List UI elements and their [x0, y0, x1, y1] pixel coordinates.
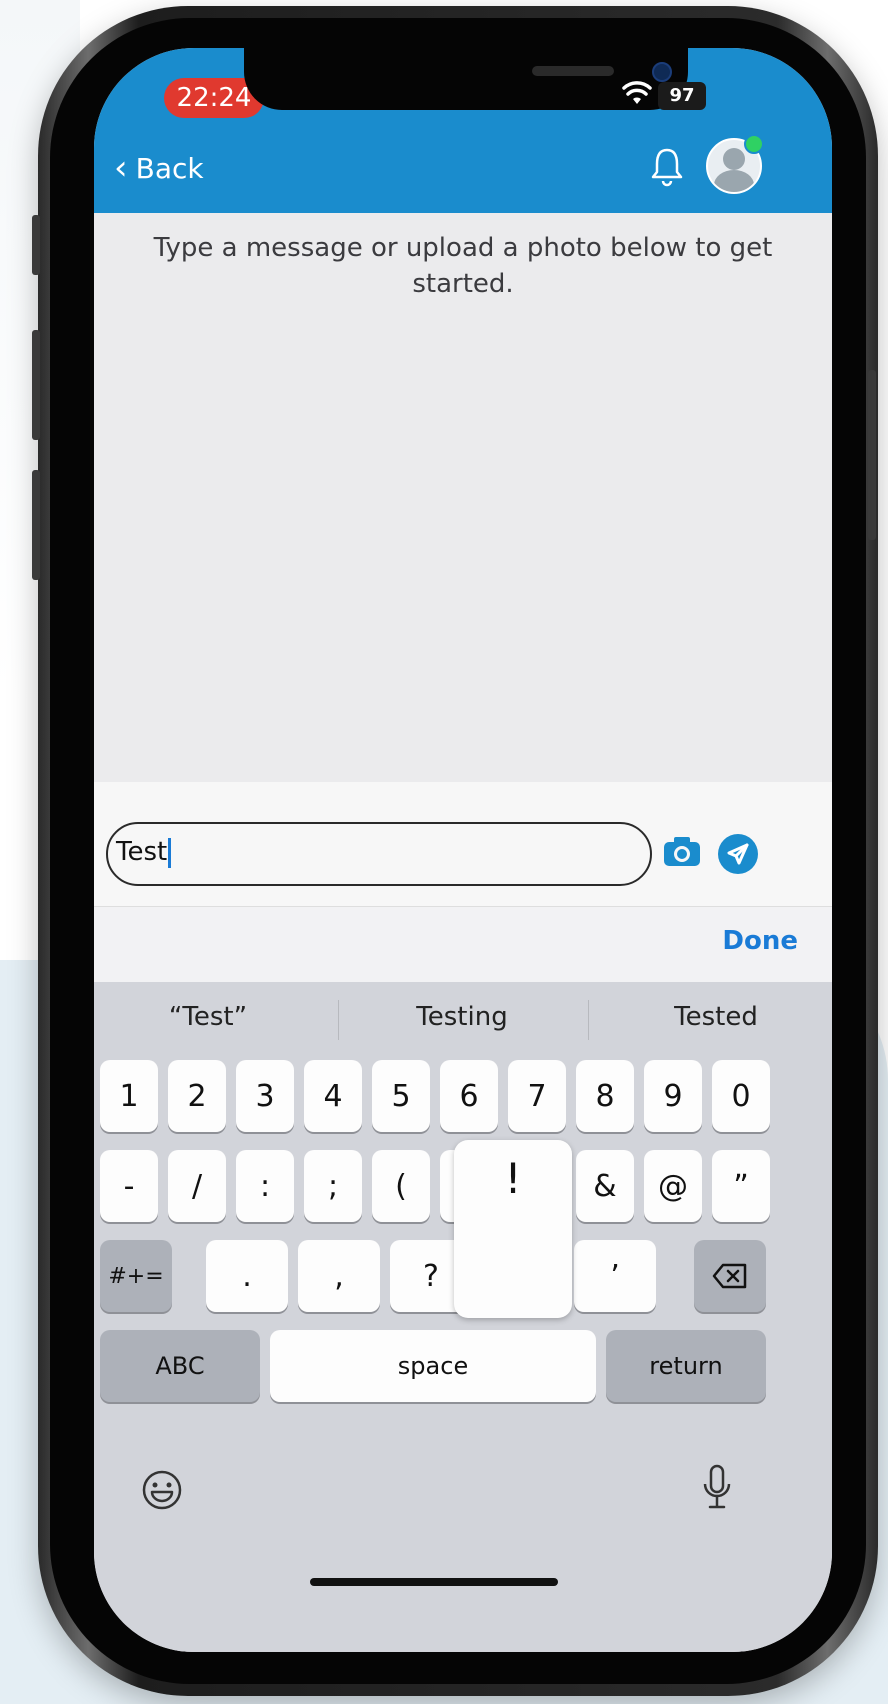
suggestion-divider — [588, 1000, 589, 1040]
suggestion-divider — [338, 1000, 339, 1040]
key-hyphen[interactable]: - — [100, 1150, 158, 1222]
volume-down-button — [32, 470, 40, 580]
mute-switch — [32, 215, 40, 275]
key-colon[interactable]: : — [236, 1150, 294, 1222]
key-apostrophe[interactable]: ’ — [574, 1240, 656, 1312]
message-input[interactable] — [106, 822, 652, 886]
key-4[interactable]: 4 — [304, 1060, 362, 1132]
return-key[interactable]: return — [606, 1330, 766, 1402]
key-slash[interactable]: / — [168, 1150, 226, 1222]
key-7[interactable]: 7 — [508, 1060, 566, 1132]
done-button[interactable]: Done — [722, 926, 798, 956]
backspace-icon — [712, 1263, 747, 1289]
power-button — [868, 370, 876, 540]
key-2[interactable]: 2 — [168, 1060, 226, 1132]
online-status-dot — [744, 134, 764, 154]
key-ampersand[interactable]: & — [576, 1150, 634, 1222]
key-period[interactable]: . — [206, 1240, 288, 1312]
key-8[interactable]: 8 — [576, 1060, 634, 1132]
bell-icon[interactable] — [649, 144, 685, 188]
keyboard-accessory-bar — [94, 906, 832, 983]
back-label: Back — [135, 151, 204, 185]
back-button[interactable]: ‹ Back — [114, 148, 204, 188]
send-icon — [727, 843, 749, 865]
key-open-paren[interactable]: ( — [372, 1150, 430, 1222]
phone-screen: 22:24 97 ‹ Back Type a message or upload… — [94, 48, 832, 1652]
volume-up-button — [32, 330, 40, 440]
wifi-icon — [622, 80, 652, 113]
key-symbols[interactable]: #+= — [100, 1240, 172, 1312]
avatar-head — [723, 148, 745, 170]
message-input-text: Test — [116, 836, 172, 868]
earpiece-speaker — [532, 66, 614, 76]
suggestion-1[interactable]: “Test” — [108, 1002, 308, 1032]
key-0[interactable]: 0 — [712, 1060, 770, 1132]
key-1[interactable]: 1 — [100, 1060, 158, 1132]
key-5[interactable]: 5 — [372, 1060, 430, 1132]
key-comma[interactable]: , — [298, 1240, 380, 1312]
key-preview-popup: ! — [454, 1140, 572, 1318]
text-caret — [168, 837, 172, 868]
message-input-value: Test — [116, 837, 168, 867]
suggestion-2[interactable]: Testing — [362, 1002, 562, 1032]
front-camera — [652, 62, 672, 82]
key-at[interactable]: @ — [644, 1150, 702, 1222]
emoji-icon[interactable] — [140, 1468, 184, 1512]
key-quote[interactable]: ” — [712, 1150, 770, 1222]
key-9[interactable]: 9 — [644, 1060, 702, 1132]
empty-state-message: Type a message or upload a photo below t… — [153, 233, 773, 299]
key-3[interactable]: 3 — [236, 1060, 294, 1132]
chevron-left-icon: ‹ — [114, 148, 128, 188]
camera-icon[interactable] — [662, 836, 702, 868]
suggestion-3[interactable]: Tested — [616, 1002, 816, 1032]
avatar-shoulders — [714, 170, 754, 192]
space-key[interactable]: space — [270, 1330, 596, 1402]
microphone-icon[interactable] — [702, 1464, 732, 1514]
key-semicolon[interactable]: ; — [304, 1150, 362, 1222]
battery-indicator: 97 — [658, 82, 706, 110]
abc-key[interactable]: ABC — [100, 1330, 260, 1402]
backspace-key[interactable] — [694, 1240, 766, 1312]
key-preview-char: ! — [504, 1154, 522, 1203]
send-button[interactable] — [718, 834, 758, 874]
home-indicator[interactable] — [310, 1578, 558, 1586]
key-6[interactable]: 6 — [440, 1060, 498, 1132]
